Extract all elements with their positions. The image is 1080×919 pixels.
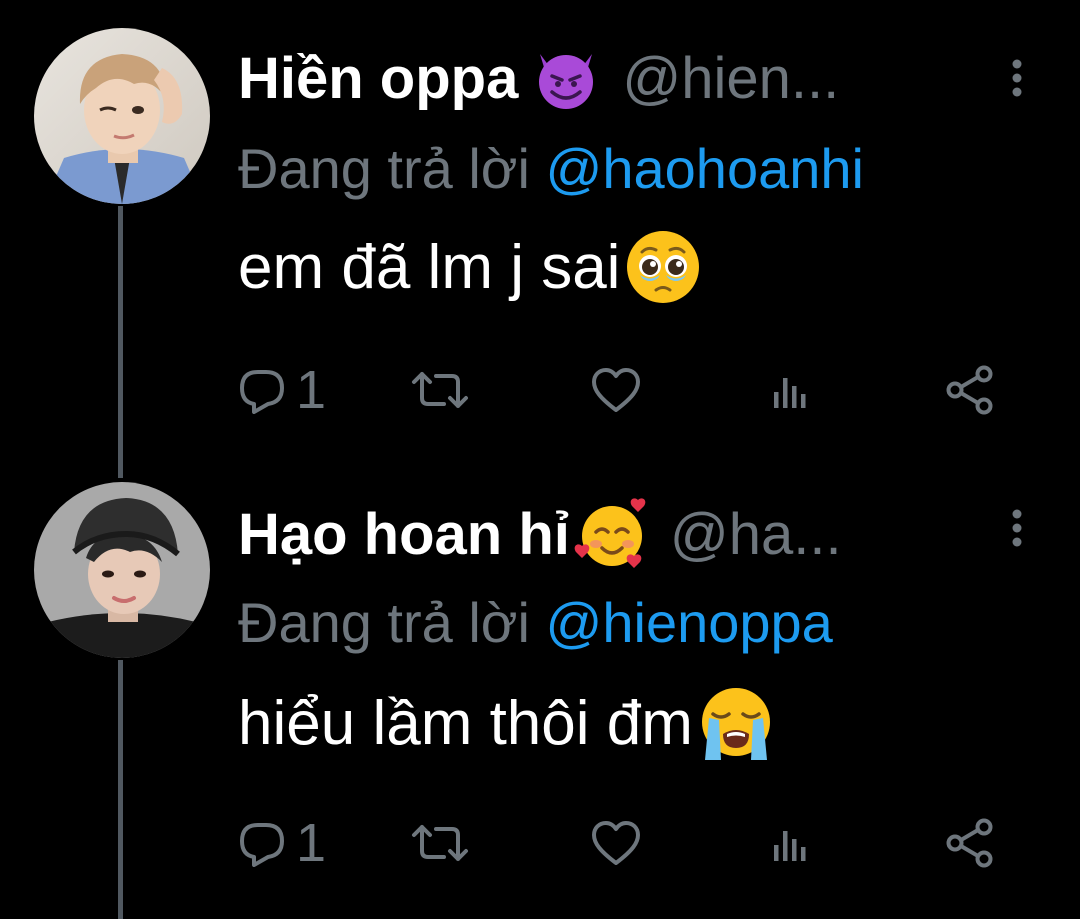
avatar[interactable]: [34, 28, 210, 204]
tweet-text-content: hiểu lầm thôi đm: [238, 688, 693, 758]
share-button[interactable]: [944, 355, 996, 425]
retweet-icon: [410, 366, 470, 414]
like-button[interactable]: [590, 808, 642, 878]
user-handle[interactable]: @hien...: [622, 45, 839, 112]
avatar[interactable]: [34, 482, 210, 658]
tweet-text: em đã lm j sai: [238, 226, 704, 308]
replying-to-line: Đang trả lời @hienoppa: [238, 590, 833, 655]
share-icon: [944, 364, 996, 416]
smiling-devil-emoji: [532, 44, 600, 112]
tweet-actions: 1: [238, 355, 998, 425]
view-stats-button[interactable]: [770, 355, 810, 425]
reply-mention-link[interactable]: @hienoppa: [546, 591, 833, 654]
tweet-actions: 1: [238, 808, 998, 878]
tweet-header: Hạo hoan hỉ @ha...: [238, 496, 842, 572]
tweet-text-content: em đã lm j sai: [238, 232, 621, 302]
reply-count: 1: [296, 813, 327, 873]
display-name[interactable]: Hiền oppa: [238, 45, 518, 112]
more-vertical-icon[interactable]: [1010, 58, 1024, 98]
stats-icon: [770, 819, 810, 867]
retweet-icon: [410, 819, 470, 867]
tweet-header: Hiền oppa @hien...: [238, 40, 839, 116]
loudly-crying-face-emoji: [695, 682, 777, 764]
pleading-face-emoji: [622, 226, 704, 308]
reply-icon: [238, 366, 286, 414]
replying-to-line: Đang trả lời @haohoanhi: [238, 136, 864, 201]
heart-icon: [590, 366, 642, 414]
smiling-face-with-hearts-emoji: [572, 494, 652, 574]
replying-to-label: Đang trả lời: [238, 137, 530, 200]
user-handle[interactable]: @ha...: [670, 501, 842, 568]
reply-mention-link[interactable]: @haohoanhi: [546, 137, 864, 200]
reply-count: 1: [296, 360, 327, 420]
share-icon: [944, 817, 996, 869]
reply-button[interactable]: 1: [238, 355, 326, 425]
more-vertical-icon[interactable]: [1010, 508, 1024, 548]
heart-icon: [590, 819, 642, 867]
retweet-button[interactable]: [410, 355, 470, 425]
reply-icon: [238, 819, 286, 867]
stats-icon: [770, 366, 810, 414]
reply-button[interactable]: 1: [238, 808, 326, 878]
view-stats-button[interactable]: [770, 808, 810, 878]
like-button[interactable]: [590, 355, 642, 425]
tweet-text: hiểu lầm thôi đm: [238, 682, 777, 764]
tweet[interactable]: Hạo hoan hỉ @ha... Đang trả lời @hienopp…: [0, 458, 1080, 919]
tweet[interactable]: Hiền oppa @hien... Đang trả lời @haohoan…: [0, 0, 1080, 460]
retweet-button[interactable]: [410, 808, 470, 878]
replying-to-label: Đang trả lời: [238, 591, 530, 654]
display-name[interactable]: Hạo hoan hỉ: [238, 501, 570, 568]
share-button[interactable]: [944, 808, 996, 878]
